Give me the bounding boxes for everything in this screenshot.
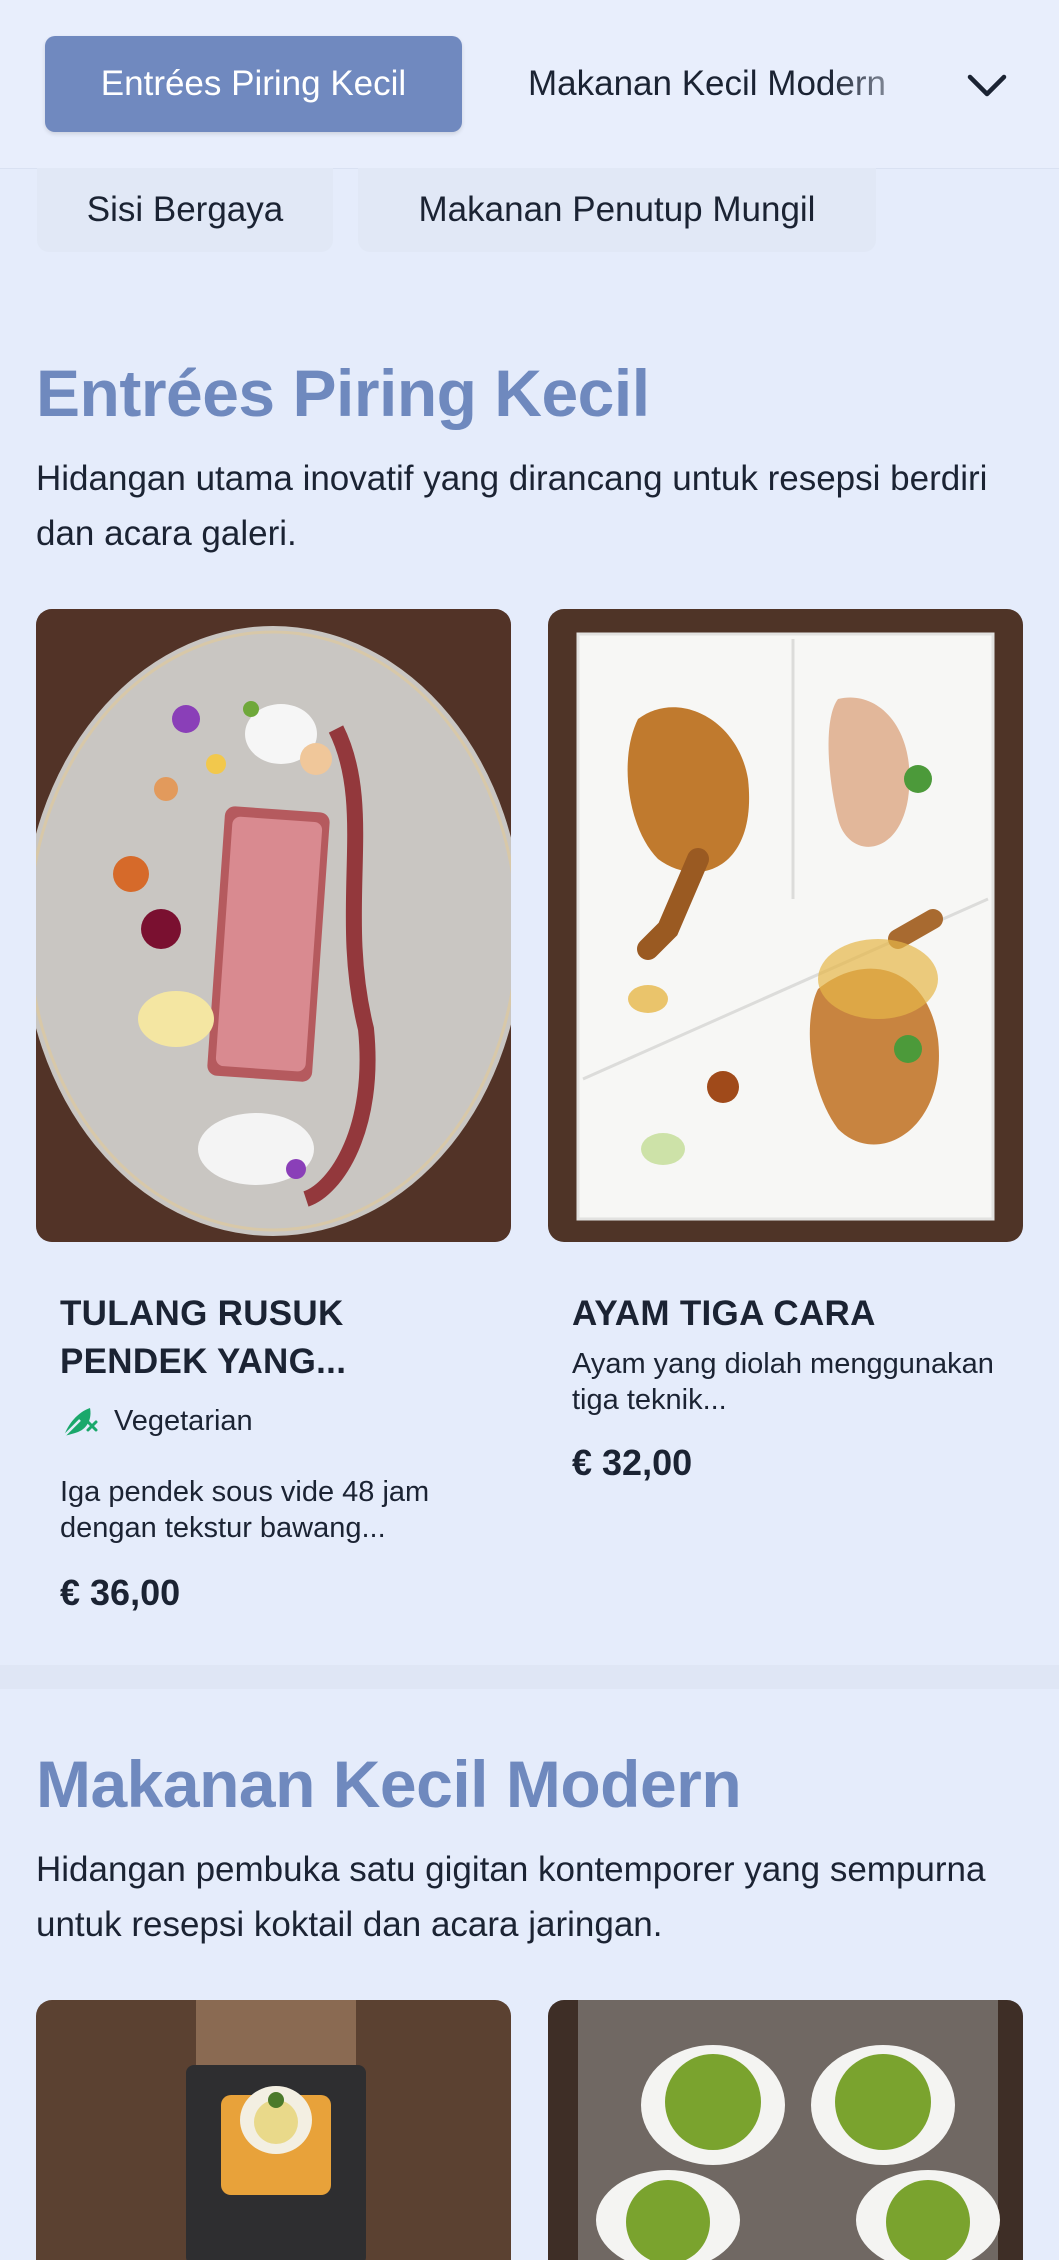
section-divider [0, 1665, 1059, 1689]
dish-price: € 36,00 [60, 1572, 181, 1613]
diet-label: Vegetarian [114, 1404, 253, 1437]
dish-name[interactable]: TULANG RUSUK PENDEK YANG... [60, 1290, 480, 1386]
diet-badge: Vegetarian [60, 1402, 253, 1440]
dish-description: Ayam yang diolah menggunakan tiga teknik… [572, 1348, 994, 1416]
category-nav: Entrées Piring Kecil Makanan Kecil Moder… [0, 0, 1059, 169]
tab-entrees-piring-kecil[interactable]: Entrées Piring Kecil [45, 36, 462, 132]
chip-sisi-bergaya[interactable]: Sisi Bergaya [37, 168, 333, 252]
section-description: Hidangan utama inovatif yang dirancang u… [36, 459, 988, 553]
section-title: Entrées Piring Kecil [36, 356, 650, 430]
chevron-down-icon[interactable] [962, 60, 1012, 110]
chip-makanan-penutup-mungil[interactable]: Makanan Penutup Mungil [358, 168, 876, 252]
dish-description: Iga pendek sous vide 48 jam dengan tekst… [60, 1476, 430, 1544]
dish-price: € 32,00 [572, 1442, 693, 1483]
dish-name[interactable]: AYAM TIGA CARA [572, 1290, 992, 1338]
dish-image-spoons[interactable] [548, 2000, 1023, 2260]
section-description: Hidangan pembuka satu gigitan kontempore… [36, 1850, 986, 1944]
dish-image-bite[interactable] [36, 2000, 511, 2260]
section-title: Makanan Kecil Modern [36, 1747, 742, 1821]
vegetarian-leaf-icon [63, 1408, 98, 1437]
category-chips: Sisi Bergaya Makanan Penutup Mungil [0, 168, 1059, 252]
dish-image-chicken[interactable] [548, 609, 1023, 1242]
tab-makanan-kecil-modern[interactable]: Makanan Kecil Modern [528, 36, 948, 132]
dish-image-short-rib[interactable] [36, 609, 511, 1242]
